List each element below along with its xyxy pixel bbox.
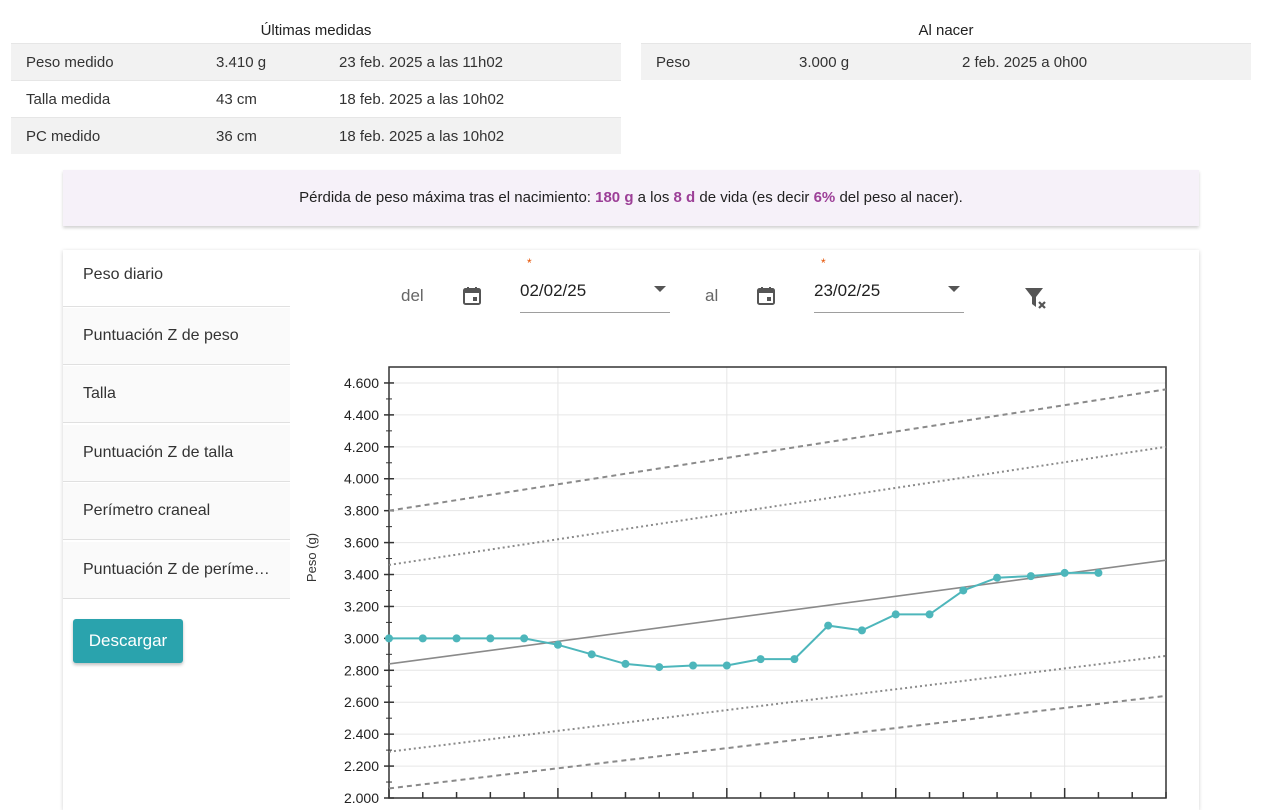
growth-chart-card: Peso diario Puntuación Z de peso Talla P… [63,250,1199,810]
data-point [925,610,934,619]
plot-frame [388,366,1167,799]
y-axis-label: Peso (g) [304,533,319,582]
data-point [891,610,900,619]
data-point [1060,568,1069,577]
y-tick-label: 3.200 [344,598,379,614]
measure-label: PC medido [26,127,101,145]
y-tick-label: 2.400 [344,726,379,742]
y-tick-label: 2.800 [344,662,379,678]
weight-chart: 2.000 2.200 2.400 2.600 2.800 3.000 3.200 3.400… [304,366,1167,806]
data-point [655,663,664,672]
measure-label: Talla medida [26,90,111,108]
birth-label: Peso [656,53,691,71]
y-tick-label: 4.600 [344,375,379,391]
data-point [959,586,968,595]
data-point [587,650,596,659]
data-point [689,661,698,670]
alert-percent: 6% [813,189,836,206]
data-point [857,626,866,635]
y-tick-label: 2.600 [344,694,379,710]
y-tick-label: 4.400 [344,407,379,423]
alert-text: a los [633,189,674,206]
measure-value: 43 cm [216,90,257,108]
reference-line [388,388,1167,512]
measure-date: 18 feb. 2025 a las 10h02 [339,90,505,108]
data-point [1094,568,1103,577]
ultimas-medidas-table: Últimas medidas Peso medido 3.410 g 23 f… [11,18,621,154]
series-line [389,571,1099,669]
y-tick-label: 4.200 [344,439,379,455]
table-row: PC medido 36 cm 18 feb. 2025 a las 10h02 [11,117,621,154]
table-row: Peso medido 3.410 g 23 feb. 2025 a las 1… [11,43,621,80]
data-point [520,634,529,643]
y-tick-label: 3.600 [344,535,379,551]
y-tick-label: 3.800 [344,503,379,519]
data-point [722,661,731,670]
table-row: Talla medida 43 cm 18 feb. 2025 a las 10… [11,80,621,117]
weight-loss-alert: Pérdida de peso máxima tras el nacimient… [63,170,1199,226]
data-point [621,659,630,668]
measure-value: 3.410 g [216,53,267,71]
birth-date: 2 feb. 2025 a 0h00 [962,53,1088,71]
al-nacer-title: Al nacer [918,22,974,39]
data-point [418,634,427,643]
data-point [993,573,1002,582]
measure-value: 36 cm [216,127,257,145]
data-point [824,621,833,630]
reference-line [388,445,1167,566]
data-point [756,655,765,664]
y-tick-label: 2.200 [344,758,379,774]
y-tick-label: 2.000 [344,790,379,806]
measure-date: 18 feb. 2025 a las 10h02 [339,127,505,145]
birth-value: 3.000 g [799,53,850,71]
y-tick-label: 4.000 [344,471,379,487]
al-nacer-table: Al nacer Peso 3.000 g 2 feb. 2025 a 0h00 [641,18,1251,80]
measure-label: Peso medido [26,53,114,71]
data-point [385,634,393,643]
reference-line [388,694,1167,790]
ultimas-medidas-title: Últimas medidas [260,22,372,39]
data-point [486,634,495,643]
y-tick-label: 3.400 [344,567,379,583]
alert-text: Pérdida de peso máxima tras el nacimient… [299,189,596,206]
data-point [790,655,799,664]
alert-days: 8 d [673,189,696,206]
alert-text: del peso al nacer). [835,189,963,206]
data-point [1026,572,1035,581]
measure-date: 23 feb. 2025 a las 11h02 [339,53,504,71]
data-point [452,634,461,643]
alert-loss: 180 g [595,189,634,206]
y-tick-label: 3.000 [344,630,379,646]
table-row: Peso 3.000 g 2 feb. 2025 a 0h00 [641,43,1251,80]
reference-line [388,559,1167,665]
data-point [553,640,562,649]
alert-text: de vida (es decir [695,189,814,206]
